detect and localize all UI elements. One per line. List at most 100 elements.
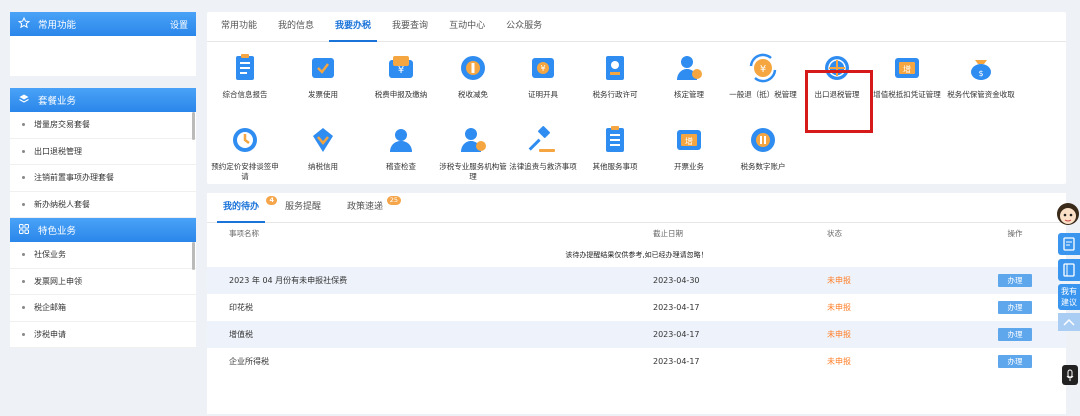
- tab-common-functions[interactable]: 常用功能: [211, 11, 267, 41]
- item-name: 2023 年 04 月份有未申报社保费: [229, 276, 348, 285]
- col-deadline: 截止日期: [653, 228, 683, 238]
- assistant-avatar-icon: [1057, 203, 1079, 225]
- function-item-tax-payment[interactable]: ¥ 税费申报及缴纳: [365, 52, 437, 100]
- special-business-list: 社保业务 发票网上申领 税企邮箱 涉税申请: [10, 242, 196, 348]
- inspection-icon: [390, 129, 412, 152]
- book-button[interactable]: [1058, 259, 1080, 281]
- deadline: 2023-04-17: [653, 330, 700, 339]
- function-item-certificate[interactable]: ¥ 证明开具: [507, 52, 579, 100]
- tax-reduction-icon: [461, 56, 485, 80]
- status-text: 未申报: [827, 330, 851, 339]
- package-business-header[interactable]: 套餐业务: [10, 88, 196, 112]
- package-business-list: 增量房交易套餐 出口退税管理 注销前置事项办理套餐 新办纳税人套餐: [10, 112, 196, 218]
- table-row: 2023 年 04 月份有未申报社保费 2023-04-30 未申报 办理: [207, 267, 1066, 294]
- handle-button[interactable]: 办理: [998, 328, 1032, 341]
- tab-my-todo[interactable]: 我的待办 4: [213, 192, 278, 223]
- feedback-button[interactable]: 我有建议: [1058, 284, 1080, 310]
- list-item[interactable]: 社保业务: [10, 242, 196, 269]
- tax-payment-icon: ¥: [389, 56, 413, 78]
- item-name: 印花税: [229, 303, 253, 312]
- function-item-assessment[interactable]: 核定管理: [653, 52, 725, 100]
- svg-text:增: 增: [903, 64, 911, 74]
- item-name: 增值税: [229, 330, 253, 339]
- special-business-header[interactable]: 特色业务: [10, 218, 196, 242]
- status-text: 未申报: [827, 303, 851, 312]
- handle-button[interactable]: 办理: [998, 355, 1032, 368]
- assistant-avatar[interactable]: [1054, 200, 1080, 230]
- svg-text:¥: ¥: [540, 64, 545, 73]
- credit-icon: [313, 128, 333, 152]
- grid-icon: [18, 223, 30, 238]
- deadline: 2023-04-17: [653, 303, 700, 312]
- table-row: 企业所得税 2023-04-17 未申报 办理: [207, 348, 1066, 375]
- function-item-inspection[interactable]: 稽查检查: [365, 124, 437, 172]
- feedback-label: 我有建议: [1061, 287, 1077, 307]
- function-item-legal-remedy[interactable]: 法律追责与救济事项: [507, 124, 579, 172]
- other-services-icon: [606, 126, 624, 152]
- chevron-up-icon: [1063, 318, 1075, 326]
- policy-count-badge: 25: [386, 196, 402, 205]
- certificate-icon: ¥: [532, 58, 554, 78]
- scrollbar[interactable]: [192, 242, 195, 270]
- scrollbar[interactable]: [192, 112, 195, 140]
- todo-panel: 我的待办 4 服务提醒 政策速递 25 事项名称 截止日期 状态 操作 该待办提醒结…: [207, 193, 1066, 414]
- special-business-title: 特色业务: [38, 226, 77, 237]
- svg-text:¥: ¥: [398, 65, 404, 76]
- col-status: 状态: [827, 228, 842, 238]
- function-item-other-services[interactable]: 其他服务事项: [579, 124, 651, 172]
- item-name: 企业所得税: [229, 357, 269, 366]
- document-button[interactable]: [1058, 233, 1080, 255]
- function-item-report[interactable]: 综合信息报告: [209, 52, 281, 100]
- function-item-invoice[interactable]: 发票使用: [287, 52, 359, 100]
- function-item-custody-funds[interactable]: $ 税务代保管资金收取: [945, 52, 1017, 100]
- todo-tabs: 我的待办 4 服务提醒 政策速递 25: [207, 193, 1066, 223]
- todo-notice: 该待办提醒结果仅供参考,如已经办理请忽略！: [565, 251, 708, 259]
- list-item[interactable]: 注销前置事项办理套餐: [10, 165, 196, 192]
- list-item[interactable]: 增量房交易套餐: [10, 112, 196, 139]
- tab-query[interactable]: 我要查询: [382, 11, 438, 41]
- list-item[interactable]: 出口退税管理: [10, 139, 196, 165]
- handle-button[interactable]: 办理: [998, 301, 1032, 314]
- list-item[interactable]: 税企邮箱: [10, 295, 196, 322]
- common-functions-header: 常用功能 设置: [10, 12, 196, 36]
- function-item-tax-reduction[interactable]: 税收减免: [437, 52, 509, 100]
- function-item-digital-account[interactable]: 税务数字账户: [727, 124, 799, 172]
- tab-tax-handling[interactable]: 我要办税: [325, 11, 381, 42]
- function-item-invoicing[interactable]: 增 开票业务: [653, 124, 725, 172]
- col-action: 操作: [1007, 228, 1023, 238]
- tab-my-info[interactable]: 我的信息: [268, 11, 324, 41]
- deadline: 2023-04-17: [653, 357, 700, 366]
- function-item-admin-permit[interactable]: 税务行政许可: [579, 52, 651, 100]
- tab-public-services[interactable]: 公众服务: [496, 11, 552, 41]
- back-to-top-button[interactable]: [1058, 313, 1080, 331]
- function-item-vat-voucher[interactable]: 增 增值税抵扣凭证管理: [871, 52, 943, 100]
- invoice-icon: [312, 58, 334, 78]
- money-bag-icon: $: [971, 60, 991, 80]
- tab-service-reminder[interactable]: 服务提醒: [275, 192, 331, 222]
- list-item[interactable]: 发票网上申领: [10, 269, 196, 295]
- digital-account-icon: [751, 128, 775, 152]
- function-item-tax-credit[interactable]: 纳税信用: [287, 124, 359, 172]
- admin-permit-icon: [606, 56, 624, 80]
- star-icon: [17, 16, 31, 32]
- vat-voucher-icon: 增: [895, 58, 919, 78]
- svg-text:¥: ¥: [760, 64, 766, 75]
- settings-link[interactable]: 设置: [170, 18, 188, 31]
- list-item[interactable]: 涉税申请: [10, 322, 196, 348]
- tab-interaction[interactable]: 互动中心: [439, 11, 495, 41]
- svg-text:$: $: [978, 69, 983, 78]
- common-functions-list: [10, 36, 196, 76]
- function-item-pricing-arrangement[interactable]: 预约定价安排谈签申请: [209, 124, 281, 182]
- left-sidebar: 常用功能 设置 套餐业务 增量房交易套餐 出口退税管理 注销前置事项办理套餐 新…: [10, 12, 196, 348]
- mic-button[interactable]: [1062, 365, 1078, 385]
- table-row: 增值税 2023-04-17 未申报 办理: [207, 321, 1066, 348]
- tab-policy-express[interactable]: 政策速递 25: [337, 192, 402, 222]
- function-item-refund[interactable]: ¥ 一般退（抵）税管理: [727, 52, 799, 100]
- handle-button[interactable]: 办理: [998, 274, 1032, 287]
- list-item[interactable]: 新办纳税人套餐: [10, 192, 196, 218]
- layers-icon: [18, 93, 30, 108]
- status-text: 未申报: [827, 276, 851, 285]
- highlight-box: [805, 70, 873, 133]
- mic-icon: [1066, 369, 1074, 381]
- function-item-agency-management[interactable]: 涉税专业服务机构管理: [437, 124, 509, 182]
